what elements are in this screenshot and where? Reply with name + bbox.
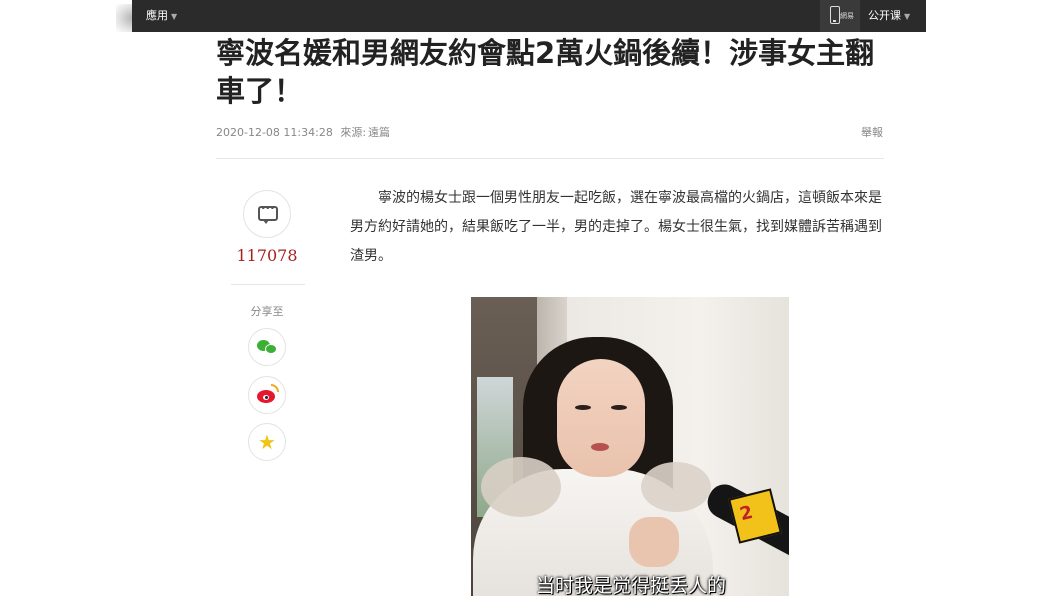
top-navigation-bar: 應用 ▼ 網易 公开课 ▼ (132, 0, 926, 32)
comment-count[interactable]: 117078 (226, 246, 308, 265)
share-label: 分享至 (250, 305, 284, 318)
mobile-app-label: 網易 (840, 12, 854, 20)
article-datetime: 2020-12-08 11:34:28 (216, 126, 333, 139)
share-weibo-button[interactable] (248, 376, 286, 414)
image-hand (629, 517, 679, 567)
favorite-icon: ★ (258, 430, 276, 454)
apps-menu[interactable]: 應用 ▼ (146, 0, 177, 32)
image-fur-collar (641, 462, 711, 512)
rail-divider (231, 284, 305, 285)
image-mouth (591, 443, 609, 451)
open-course-menu[interactable]: 公开课 ▼ (868, 0, 910, 32)
share-wechat-button[interactable] (248, 328, 286, 366)
image-eye (575, 405, 591, 410)
comment-button[interactable] (243, 190, 291, 238)
report-link[interactable]: 舉報 (861, 124, 883, 140)
favorite-button[interactable]: ★ (248, 423, 286, 461)
article-meta: 2020-12-08 11:34:28 來源: 遠篇 (216, 124, 390, 140)
chevron-down-icon: ▼ (904, 12, 911, 21)
source-prefix: 來源: (340, 126, 367, 139)
open-course-label: 公开课 (868, 9, 901, 22)
image-person-face (557, 359, 645, 477)
phone-icon (830, 6, 840, 24)
mobile-app-link[interactable]: 網易 (820, 0, 860, 32)
article-source[interactable]: 遠篇 (368, 126, 390, 139)
article-paragraph: 寧波的楊女士跟一個男性朋友一起吃飯，選在寧波最高檔的火鍋店，這頓飯本來是男方約好… (350, 190, 882, 264)
comment-icon (258, 201, 278, 224)
article-image: 2 当时我是觉得挺丢人的 (471, 297, 789, 596)
image-eye (611, 405, 627, 410)
article-title: 寧波名媛和男網友約會點2萬火鍋後續！涉事女主翻車了！ (216, 36, 875, 108)
header-divider (216, 158, 884, 159)
video-subtitle: 当时我是觉得挺丢人的 (535, 575, 726, 596)
image-fur-collar (481, 457, 561, 517)
chevron-down-icon: ▼ (171, 12, 178, 21)
apps-menu-label: 應用 (146, 9, 168, 22)
